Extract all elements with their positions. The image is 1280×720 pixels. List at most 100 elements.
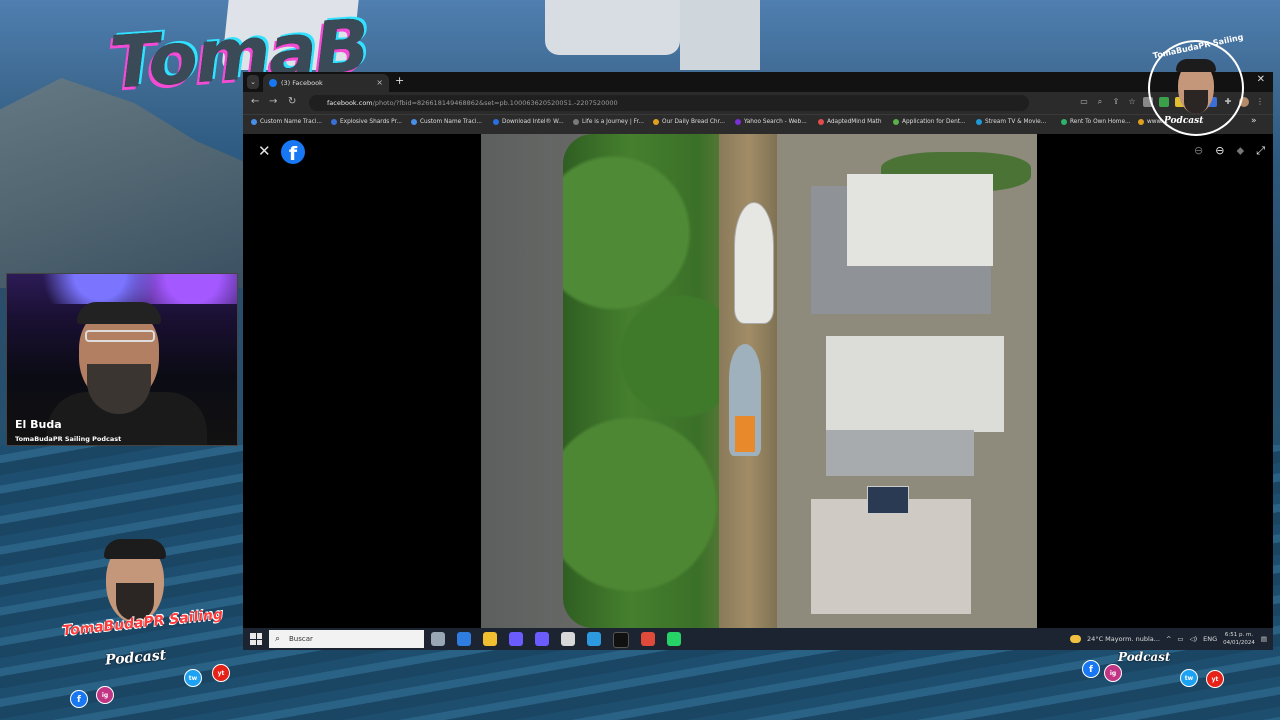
bookmark-item[interactable]: AdaptedMind Math	[818, 119, 882, 125]
instagram-icon: ig	[1104, 664, 1122, 682]
reload-button[interactable]: ↻	[288, 96, 296, 107]
bookmark-favicon-icon	[893, 119, 899, 125]
back-button[interactable]: ←	[251, 96, 259, 107]
podcast-avatar	[104, 539, 166, 623]
podcast-badge-face	[1176, 59, 1216, 114]
network-icon[interactable]: ▭	[1177, 635, 1183, 643]
viewer-toolbar: ⊖ ⊖ ⬥ ⤢	[1194, 144, 1265, 158]
language-indicator[interactable]: ENG	[1203, 635, 1217, 643]
bookmark-item[interactable]: Yahoo Search - Web...	[735, 119, 807, 125]
photo-roof	[826, 336, 1004, 432]
bookmark-item[interactable]: Life is a Journey | Fr...	[573, 119, 644, 125]
edge-icon[interactable]	[587, 632, 601, 646]
weather-icon	[1070, 635, 1082, 643]
webcam-person-cap	[77, 302, 161, 324]
taskbar-search-input[interactable]: ⌕ Buscar	[269, 630, 424, 648]
video-app-icon[interactable]	[509, 632, 523, 646]
zoom-icon[interactable]: ⌕	[1095, 97, 1105, 107]
bookmark-item[interactable]: Custom Name Traci...	[251, 119, 322, 125]
clock-date: 04/01/2024	[1223, 640, 1255, 646]
zoom-out-icon[interactable]: ⊖	[1215, 144, 1224, 158]
tab-title: (3) Facebook	[281, 79, 323, 87]
bookmark-favicon-icon	[1138, 119, 1144, 125]
window-close-button[interactable]: ✕	[1257, 74, 1265, 85]
bookmark-favicon-icon	[411, 119, 417, 125]
facebook-favicon-icon	[269, 79, 277, 87]
bookmark-favicon-icon	[1061, 119, 1067, 125]
facebook-logo-icon[interactable]: f	[281, 140, 305, 164]
bookmark-favicon-icon	[735, 119, 741, 125]
new-tab-button[interactable]: +	[395, 74, 404, 87]
url-host: facebook.com	[327, 99, 373, 107]
windows-taskbar: ⌕ Buscar 24°C Mayorm. nubla... ^ ▭ ◁) EN…	[243, 628, 1273, 650]
webcam-overlay: El Buda TomaBudaPR Sailing Podcast	[6, 273, 238, 446]
app-icon[interactable]	[561, 632, 575, 646]
bookmark-favicon-icon	[818, 119, 824, 125]
file-explorer-icon[interactable]	[483, 632, 497, 646]
photo-roof	[811, 499, 971, 614]
address-bar-row: ← → ↻ facebook.com/photo/?fbid=826618149…	[243, 92, 1273, 114]
whatsapp-icon[interactable]	[667, 632, 681, 646]
close-viewer-button[interactable]: ✕	[258, 142, 271, 160]
photo-mangroves	[563, 134, 731, 628]
photo-sailboat	[734, 202, 774, 324]
bookmark-favicon-icon	[331, 119, 337, 125]
taskbar-apps	[431, 632, 681, 648]
tray-chevron-icon[interactable]: ^	[1166, 635, 1171, 643]
chrome-icon[interactable]	[641, 632, 655, 646]
bookmark-item[interactable]: Custom Name Traci...	[411, 119, 482, 125]
tab-close-icon[interactable]: ×	[376, 74, 383, 92]
bookmark-item[interactable]: Download Intel® W...	[493, 119, 564, 125]
browser-menu-icon[interactable]: ⋮	[1255, 97, 1265, 107]
tag-icon[interactable]: ⬥	[1236, 144, 1244, 158]
podcast-badge-subtitle: Podcast	[1164, 116, 1204, 126]
youtube-icon: yt	[212, 664, 230, 682]
taskbar-search-placeholder: Buscar	[289, 635, 313, 643]
tab-facebook[interactable]: (3) Facebook ×	[263, 74, 389, 92]
bookmarks-overflow-button[interactable]: »	[1251, 116, 1257, 126]
instagram-icon: ig	[96, 686, 114, 704]
task-view-icon[interactable]	[431, 632, 445, 646]
tiktok-icon[interactable]	[613, 632, 629, 648]
fullscreen-icon[interactable]: ⤢	[1256, 144, 1265, 158]
bookmark-item[interactable]: Application for Dent...	[893, 119, 966, 125]
photo-roof	[826, 430, 974, 476]
clock[interactable]: 6:51 p. m. 04/01/2024	[1223, 631, 1255, 647]
weather-text[interactable]: 24°C Mayorm. nubla...	[1087, 635, 1160, 643]
bookmark-favicon-icon	[251, 119, 257, 125]
install-app-icon[interactable]: ▭	[1079, 97, 1089, 107]
bookmarks-bar: Custom Name Traci... Explosive Shards Pr…	[243, 114, 1273, 135]
bookmark-star-icon[interactable]: ☆	[1127, 97, 1137, 107]
bookmark-favicon-icon	[493, 119, 499, 125]
bookmark-item[interactable]: Rent To Own Home...	[1061, 119, 1131, 125]
zoom-in-icon[interactable]: ⊖	[1194, 144, 1203, 158]
volume-icon[interactable]: ◁)	[1190, 635, 1198, 643]
bookmark-item[interactable]: Our Daily Bread Chr...	[653, 119, 725, 125]
video-app-icon[interactable]	[535, 632, 549, 646]
background-sail	[680, 0, 760, 70]
url-input[interactable]: facebook.com/photo/?fbid=826618149468862…	[309, 95, 1029, 111]
webcam-subtitle: TomaBudaPR Sailing Podcast	[15, 435, 122, 443]
bookmark-item[interactable]: Explosive Shards Pr...	[331, 119, 402, 125]
webcam-lights	[7, 274, 237, 304]
podcast-brand-right: Podcast	[1118, 650, 1171, 664]
bookmark-item[interactable]: Stream TV & Movie...	[976, 119, 1046, 125]
photo-boat	[729, 344, 761, 456]
windows-start-icon[interactable]	[250, 633, 262, 645]
photo-solar-panel	[867, 486, 909, 514]
aerial-photo	[481, 134, 1037, 628]
bookmark-favicon-icon	[653, 119, 659, 125]
facebook-icon: f	[1082, 660, 1100, 678]
youtube-icon: yt	[1206, 670, 1224, 688]
tab-search-button[interactable]: ⌄	[247, 75, 259, 89]
clock-time: 6:51 p. m.	[1224, 632, 1254, 638]
facebook-icon: f	[70, 690, 88, 708]
bookmark-favicon-icon	[573, 119, 579, 125]
bookmark-favicon-icon	[976, 119, 982, 125]
forward-button[interactable]: →	[269, 96, 277, 107]
twitter-icon: tw	[184, 669, 202, 687]
share-icon[interactable]: ⇪	[1111, 97, 1121, 107]
mail-icon[interactable]	[457, 632, 471, 646]
browser-window: ⌄ (3) Facebook × + ✕ ← → ↻ facebook.com/…	[243, 72, 1273, 650]
notifications-icon[interactable]: ▤	[1261, 635, 1267, 643]
